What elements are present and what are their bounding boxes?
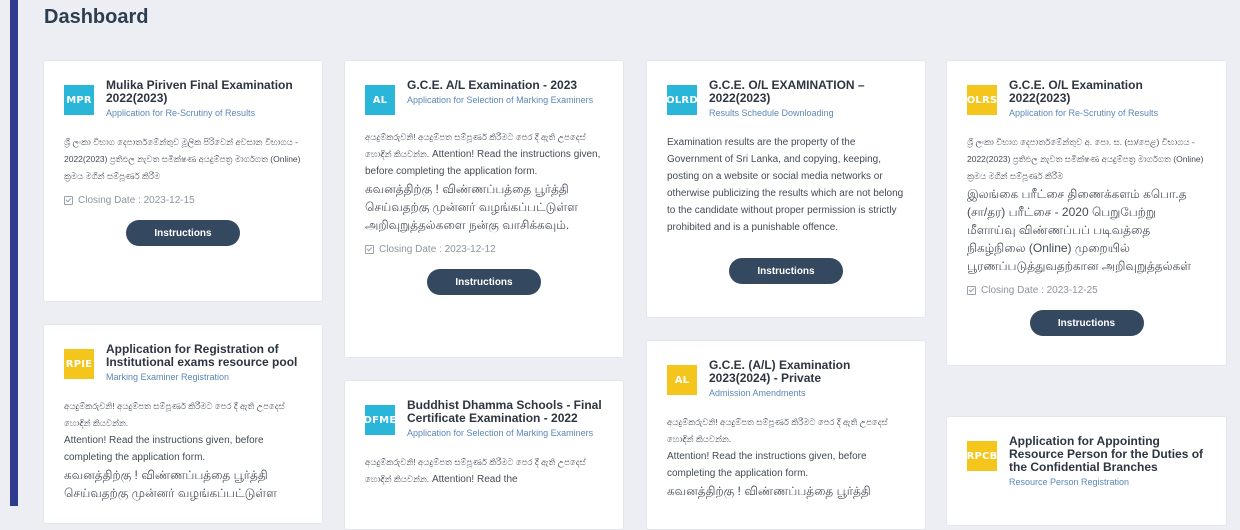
- instructions-button[interactable]: Instructions: [729, 258, 843, 284]
- exam-card-grid: MPR Mulika Piriven Final Examination 202…: [0, 0, 1240, 530]
- exam-badge: AL: [365, 85, 395, 115]
- exam-badge: DFME: [364, 405, 396, 435]
- card-title[interactable]: G.C.E. A/L Examination - 2023: [407, 79, 603, 92]
- exam-card-al-private: AL G.C.E. (A/L) Examination 2023(2024) -…: [646, 340, 926, 530]
- card-description-tamil: இலங்கை பரீட்சை திணைக்களம் கபொ.த (சா/தர) …: [967, 187, 1192, 273]
- card-description-english: Examination results are the property of …: [667, 137, 904, 233]
- card-description: ශ්‍රී ලංකා විභාග දෙපාර්තමේන්තුව අ. පො. ස…: [967, 134, 1206, 275]
- card-title[interactable]: G.C.E. O/L EXAMINATION – 2022(2023): [709, 79, 905, 105]
- closing-date: Closing Date : 2023-12-15: [64, 195, 302, 206]
- card-description-sinhala: ශ්‍රී ලංකා විභාග දෙපාර්තමේන්තුව මූලික පි…: [64, 137, 301, 181]
- card-description-english: Attention! Read the instructions given, …: [667, 451, 867, 479]
- card-description-english: Attention! Read the: [431, 474, 518, 485]
- exam-badge: RPIE: [64, 349, 94, 379]
- card-title[interactable]: G.C.E. (A/L) Examination 2023(2024) - Pr…: [709, 359, 905, 385]
- card-subtitle: Results Schedule Downloading: [709, 108, 834, 118]
- card-title[interactable]: Application for Appointing Resource Pers…: [1009, 435, 1206, 474]
- card-description-sinhala: ශ්‍රී ලංකා විභාග දෙපාර්තමේන්තුව අ. පො. ස…: [967, 137, 1204, 181]
- card-title[interactable]: Buddhist Dhamma Schools - Final Certific…: [407, 399, 603, 425]
- closing-date-text: Closing Date : 2023-12-15: [78, 195, 195, 206]
- card-description-tamil: கவனத்திற்கு ! விண்ணப்பத்தை பூர்த்தி செய்…: [365, 182, 578, 232]
- exam-badge: AL: [667, 365, 697, 395]
- card-description-sinhala: අයදුම්කරුවනි! අයදුම්පත සම්පූර්ණ කිරීමට ප…: [64, 401, 285, 428]
- exam-card-olrd: OLRD G.C.E. O/L EXAMINATION – 2022(2023)…: [646, 60, 926, 318]
- closing-date: Closing Date : 2023-12-12: [365, 244, 603, 255]
- card-description: අයදුම්කරුවනි! අයදුම්පත සම්පූර්ණ කිරීමට ප…: [667, 414, 905, 500]
- calendar-check-icon: [365, 245, 374, 254]
- calendar-check-icon: [64, 196, 73, 205]
- calendar-check-icon: [967, 286, 976, 295]
- instructions-button[interactable]: Instructions: [1029, 310, 1144, 336]
- card-description: අයදුම්කරුවනි! අයදුම්පත සම්පූර්ණ කිරීමට ප…: [64, 398, 302, 502]
- exam-badge: OLRS: [967, 85, 997, 115]
- card-subtitle: Application for Selection of Marking Exa…: [407, 428, 594, 438]
- card-description: අයදුම්කරුවනි! අයදුම්පත සම්පූර්ණ කිරීමට ප…: [365, 454, 603, 488]
- card-subtitle: Marking Examiner Registration: [106, 372, 230, 382]
- card-description-sinhala: අයදුම්කරුවනි! අයදුම්පත සම්පූර්ණ කිරීමට ප…: [667, 417, 888, 444]
- closing-date-text: Closing Date : 2023-12-12: [379, 244, 496, 255]
- exam-badge: OLRD: [666, 85, 698, 115]
- card-description-english: Attention! Read the instructions given, …: [64, 435, 264, 463]
- exam-card-olrs: OLRS G.C.E. O/L Examination 2022(2023) A…: [946, 60, 1227, 366]
- card-description-tamil: கவனத்திற்கு ! விண்ணப்பத்தை பூர்த்தி செய்…: [64, 468, 277, 500]
- card-title[interactable]: Application for Registration of Institut…: [106, 343, 302, 369]
- exam-badge: MPR: [64, 85, 94, 115]
- card-description: අයදුම්කරුවනි! අයදුම්පත සම්පූර්ණ කිරීමට ප…: [365, 129, 603, 234]
- card-subtitle: Application for Re-Scrutiny of Results: [106, 108, 256, 118]
- instructions-button[interactable]: Instructions: [427, 269, 541, 295]
- exam-card-rpie: RPIE Application for Registration of Ins…: [43, 324, 323, 524]
- card-subtitle: Admission Amendments: [709, 388, 806, 398]
- exam-card-mpr: MPR Mulika Piriven Final Examination 202…: [43, 60, 323, 302]
- card-subtitle: Application for Selection of Marking Exa…: [407, 95, 594, 105]
- closing-date: Closing Date : 2023-12-25: [967, 285, 1206, 296]
- exam-badge: RPCB: [967, 441, 997, 471]
- exam-card-al: AL G.C.E. A/L Examination - 2023 Applica…: [344, 60, 624, 358]
- card-title[interactable]: G.C.E. O/L Examination 2022(2023): [1009, 79, 1206, 105]
- instructions-button[interactable]: Instructions: [126, 220, 240, 246]
- exam-card-dfme: DFME Buddhist Dhamma Schools - Final Cer…: [344, 380, 624, 530]
- card-title[interactable]: Mulika Piriven Final Examination 2022(20…: [106, 79, 302, 105]
- card-subtitle: Resource Person Registration: [1009, 477, 1130, 487]
- card-subtitle: Application for Re-Scrutiny of Results: [1009, 108, 1159, 118]
- card-description-tamil: கவனத்திற்கு ! விண்ணப்பத்தை பூர்த்தி: [667, 484, 871, 498]
- closing-date-text: Closing Date : 2023-12-25: [981, 285, 1098, 296]
- exam-card-rpcb: RPCB Application for Appointing Resource…: [946, 416, 1227, 526]
